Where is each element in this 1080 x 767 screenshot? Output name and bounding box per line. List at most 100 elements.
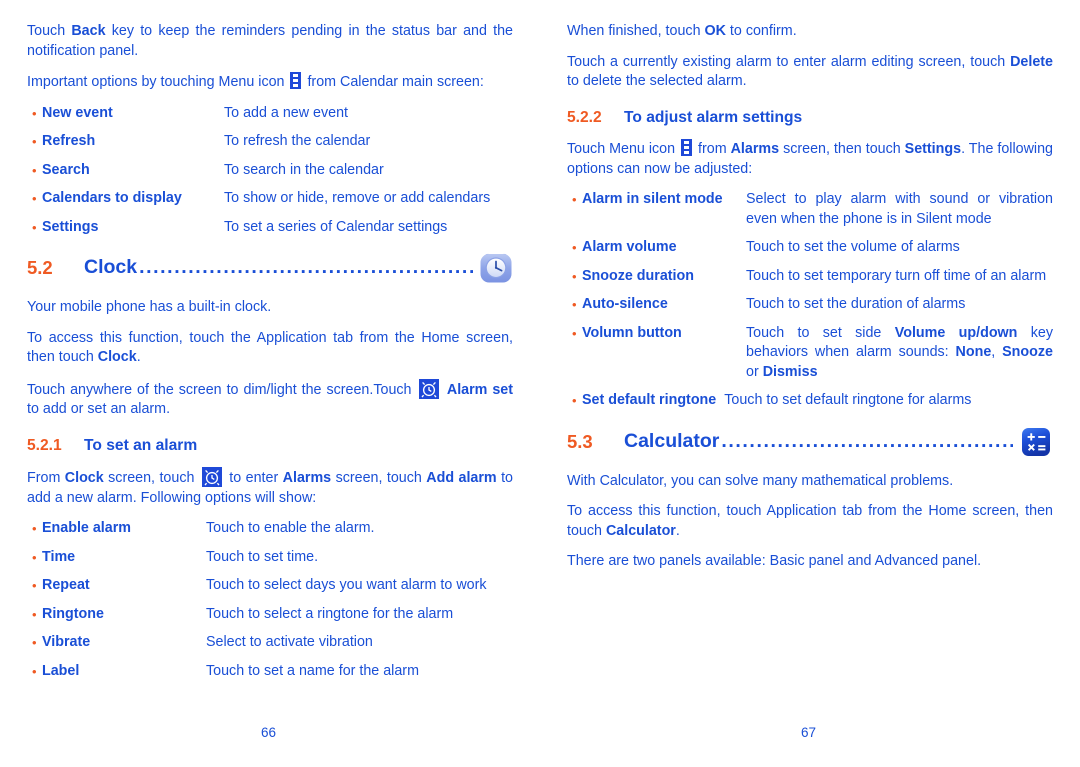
page-number-right: 67 — [801, 725, 817, 740]
section-title: Clock — [84, 256, 138, 279]
bold-alarms: Alarms — [282, 470, 332, 486]
text-fragment: Touch — [27, 23, 72, 39]
option-label: Volumn button — [582, 324, 682, 341]
option-label: Set default ringtone — [582, 392, 717, 408]
option-label: New event — [42, 104, 113, 121]
bold-ok: OK — [704, 23, 726, 39]
paragraph-builtin-clock: Your mobile phone has a built-in clock. — [27, 299, 272, 315]
list-item: • Search To search in the calendar — [27, 161, 513, 181]
bullet-marker: • — [32, 606, 37, 622]
subsection-heading-adjust-alarm: 5.2.2 To adjust alarm settings — [567, 108, 1053, 128]
text-fragment: to enter — [224, 470, 283, 486]
option-description: Touch to set the volume of alarms — [746, 239, 960, 255]
option-label: Calendars to display — [42, 190, 182, 206]
calculator-app-icon — [1019, 425, 1053, 459]
left-page-column: Touch Back key to keep the reminders pen… — [27, 22, 513, 691]
list-item: • Enable alarm Touch to enable the alarm… — [27, 519, 513, 539]
text-fragment: from Calendar main screen: — [303, 74, 484, 90]
text-fragment: from — [694, 141, 731, 157]
bold-alarm-set: Alarm set — [442, 381, 514, 398]
list-item-set-default-ringtone: • Set default ringtone Touch to set defa… — [567, 391, 1053, 411]
bullet-marker: • — [572, 325, 577, 341]
option-description: Touch to set temporary turn off time of … — [746, 267, 1047, 284]
right-page-column: When finished, touch OK to confirm. Touc… — [567, 22, 1053, 583]
subsection-number: 5.2.2 — [567, 108, 602, 126]
bold-dismiss: Dismiss — [762, 363, 818, 380]
bold-settings: Settings — [904, 141, 962, 157]
section-heading-clock: 5.2 Clock ..............................… — [27, 251, 513, 285]
bold-snooze: Snooze — [1002, 344, 1053, 360]
paragraph-ok-confirm: When finished, touch OK to confirm. — [567, 22, 1053, 42]
paragraph-alarm-set: Touch anywhere of the screen to dim/ligh… — [27, 378, 514, 420]
list-item: • Refresh To refresh the calendar — [27, 132, 513, 152]
bullet-marker: • — [572, 192, 577, 207]
option-label: Snooze duration — [582, 267, 694, 284]
bold-back: Back — [71, 23, 106, 39]
text-fragment: Touch a currently existing alarm to ente… — [567, 53, 1011, 70]
option-label: Alarm volume — [582, 239, 677, 255]
list-item: • Calendars to display To show or hide, … — [27, 189, 513, 209]
paragraph-access-calculator: To access this function, touch Applicati… — [567, 502, 1053, 541]
bold-clock: Clock — [64, 470, 104, 486]
paragraph-back-key: Touch Back key to keep the reminders pen… — [27, 22, 513, 61]
section-number: 5.3 — [567, 430, 593, 452]
option-label: Vibrate — [42, 634, 91, 650]
option-label: Ringtone — [42, 605, 104, 622]
option-label: Time — [42, 548, 76, 565]
list-item: • Alarm volume Touch to set the volume o… — [567, 238, 1053, 258]
list-item: • New event To add a new event — [27, 104, 513, 124]
text-fragment: , — [991, 344, 1003, 360]
option-label: Settings — [42, 218, 99, 235]
paragraph-add-alarm: From Clock screen, touch to enter Alarms… — [27, 467, 513, 508]
subsection-number: 5.2.1 — [27, 436, 62, 454]
text-fragment: to delete the selected alarm. — [567, 73, 747, 89]
option-description: Touch to set side Volume up/down key beh… — [746, 324, 1053, 383]
text-fragment: From — [27, 470, 65, 486]
bold-add-alarm: Add alarm — [426, 470, 497, 486]
bold-clock: Clock — [97, 349, 137, 365]
option-description: To set a series of Calendar settings — [224, 218, 448, 235]
option-description: Touch to select days you want alarm to w… — [206, 577, 487, 593]
option-label: Label — [42, 662, 80, 679]
manual-page-spread: Touch Back key to keep the reminders pen… — [0, 0, 1080, 767]
paragraph-adjust-settings: Touch Menu icon from Alarms screen, then… — [567, 139, 1053, 179]
list-item-volumn-button: • Volumn button Touch to set side Volume… — [567, 324, 1053, 383]
option-label: Search — [42, 161, 90, 178]
menu-icon — [681, 139, 693, 156]
text-fragment: screen, touch — [103, 470, 199, 486]
text-fragment: Touch anywhere of the screen to dim/ligh… — [27, 381, 417, 398]
alarm-options-list: • Enable alarm Touch to enable the alarm… — [27, 519, 513, 681]
text-fragment: screen, touch — [331, 470, 427, 486]
leader-dots: ........................................… — [721, 431, 1013, 452]
text-fragment: to add or set an alarm. — [27, 401, 171, 417]
bullet-marker: • — [32, 162, 37, 178]
bullet-marker: • — [32, 521, 37, 536]
subsection-title: To adjust alarm settings — [624, 108, 803, 126]
alarm-clock-app-icon — [479, 251, 513, 285]
list-item: • Snooze duration Touch to set temporary… — [567, 267, 1053, 287]
option-description: Touch to set a name for the alarm — [206, 662, 419, 679]
option-description: Touch to set default ringtone for alarms — [724, 392, 972, 408]
text-fragment: Important options by touching Menu icon — [27, 74, 289, 90]
bold-alarms: Alarms — [730, 141, 780, 157]
bullet-marker: • — [572, 297, 577, 312]
bullet-marker: • — [32, 635, 37, 650]
menu-icon — [290, 72, 302, 89]
bullet-marker: • — [32, 105, 37, 121]
page-number-left: 66 — [261, 725, 277, 740]
text-fragment: or — [746, 363, 763, 380]
bold-none: None — [955, 344, 992, 360]
option-description: Touch to select a ringtone for the alarm — [206, 605, 454, 622]
section-title: Calculator — [624, 429, 720, 452]
list-item: • Label Touch to set a name for the alar… — [27, 662, 513, 682]
bullet-marker: • — [32, 578, 37, 593]
bullet-marker: • — [572, 393, 577, 408]
option-description: To add a new event — [224, 104, 348, 121]
option-label: Alarm in silent mode — [582, 191, 723, 207]
paragraph-important-options: Important options by touching Menu icon … — [27, 72, 513, 93]
text-fragment: When finished, touch — [567, 23, 705, 39]
option-label: Refresh — [42, 133, 96, 149]
subsection-heading-set-alarm: 5.2.1 To set an alarm — [27, 436, 513, 456]
alarm-icon — [419, 378, 440, 399]
bold-volume-up-down: Volume up/down — [894, 324, 1018, 341]
